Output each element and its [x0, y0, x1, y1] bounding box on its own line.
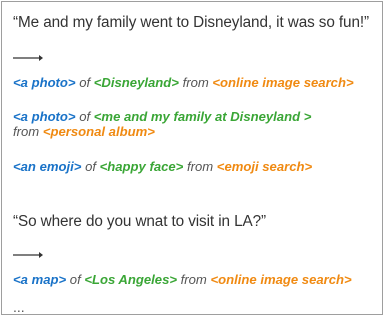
from-text: from [180, 272, 207, 287]
content-type: <a map> [13, 272, 67, 287]
from-text: from [13, 124, 40, 139]
quote-1: “Me and my family went to Disneyland, it… [13, 14, 370, 31]
content-subject: <Disneyland> [93, 75, 179, 90]
suggestion-row: <a photo> of <Disneyland> from <online i… [13, 75, 354, 90]
content-type: <an emoji> [13, 159, 82, 174]
content-source: <online image search> [210, 272, 352, 287]
right-arrow-icon [13, 55, 43, 61]
suggestion-row: <an emoji> of <happy face> from <emoji s… [13, 159, 312, 174]
content-source: <personal album> [42, 124, 155, 139]
content-source: <online image search> [212, 75, 354, 90]
content-subject: <Los Angeles> [84, 272, 178, 287]
of-text: of [69, 272, 81, 287]
of-text: of [85, 159, 96, 174]
suggestion-row: <a photo> of <me and my family at Disney… [13, 109, 311, 139]
content-source: <emoji search> [216, 159, 313, 174]
content-type: <a photo> [13, 109, 76, 124]
ellipsis: ... [13, 299, 25, 315]
from-text: from [186, 159, 214, 174]
example-panel: “Me and my family went to Disneyland, it… [1, 1, 383, 315]
from-text: from [182, 75, 209, 90]
of-text: of [79, 75, 91, 90]
right-arrow-icon [13, 252, 43, 258]
content-type: <a photo> [13, 75, 76, 90]
suggestion-row: <a map> of <Los Angeles> from <online im… [13, 272, 352, 287]
quote-2: “So where do you wnat to visit in LA?” [13, 213, 266, 230]
of-text: of [79, 109, 91, 124]
content-subject: <happy face> [99, 159, 184, 174]
content-subject: <me and my family at Disneyland > [93, 109, 312, 124]
